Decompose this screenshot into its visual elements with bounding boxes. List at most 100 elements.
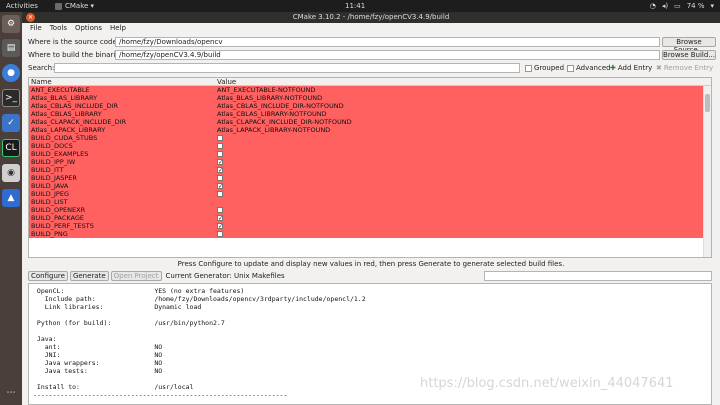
screenshot-icon[interactable]: ◉ [2,164,20,182]
variable-value-cell[interactable] [215,150,711,158]
table-row[interactable]: BUILD_DOCS [29,142,711,150]
unchecked-checkbox[interactable] [217,143,223,149]
remove-entry-button[interactable]: ✖ Remove Entry [656,63,713,73]
browse-source-button[interactable]: Browse Source... [662,37,716,54]
tasks-icon[interactable]: ✓ [2,114,20,132]
table-row[interactable]: BUILD_LIST [29,198,711,206]
menu-tools[interactable]: Tools [50,24,67,32]
grouped-option[interactable]: Grouped [525,63,564,73]
table-row[interactable]: Atlas_BLAS_LIBRARY Atlas_BLAS_LIBRARY-NOT… [29,94,711,102]
app-menu[interactable]: CMake ▾ [55,2,94,10]
browse-build-button[interactable]: Browse Build... [662,50,716,60]
add-icon: ✚ [610,64,616,72]
variable-value-cell[interactable]: ✓ [215,182,711,190]
watermark-text: https://blog.csdn.net/weixin_44047641 [420,376,674,391]
advanced-checkbox[interactable] [567,64,574,72]
variable-value-cell[interactable] [215,142,711,150]
variable-value-cell[interactable]: Atlas_CLAPACK_INCLUDE_DIR-NOTFOUND [215,118,711,126]
chrome-icon[interactable]: ● [2,64,20,82]
variable-value-cell[interactable]: Atlas_CBLAS_INCLUDE_DIR-NOTFOUND [215,102,711,110]
variable-value-cell[interactable] [215,174,711,182]
files-icon[interactable]: ▤ [2,39,20,57]
table-row[interactable]: Atlas_LAPACK_LIBRARY Atlas_LAPACK_LIBRARY… [29,126,711,134]
value-column-header[interactable]: Value [215,78,711,86]
table-row[interactable]: BUILD_PERF_TESTS ✓ [29,222,711,230]
checked-checkbox[interactable]: ✓ [217,215,223,222]
name-column-header[interactable]: Name [29,78,215,86]
variable-value-cell[interactable] [215,134,711,142]
action-row: Configure Generate Open Project Current … [28,271,285,281]
table-row[interactable]: Atlas_CBLAS_INCLUDE_DIR Atlas_CBLAS_INCLU… [29,102,711,110]
cmake-icon[interactable]: ▲ [2,189,20,207]
table-row[interactable]: Atlas_CLAPACK_INCLUDE_DIR Atlas_CLAPACK_I… [29,118,711,126]
unchecked-checkbox[interactable] [217,207,223,213]
activities-button[interactable]: Activities [6,2,38,10]
unchecked-checkbox[interactable] [217,191,223,197]
variable-name-cell: BUILD_EXAMPLES [31,150,89,158]
table-row[interactable]: BUILD_PACKAGE ✓ [29,214,711,222]
variable-name-cell: BUILD_OPENEXR [31,206,86,214]
scrollbar-thumb[interactable] [705,94,710,112]
unchecked-checkbox[interactable] [217,175,223,181]
menu-bar: File Tools Options Help [22,23,720,33]
table-row[interactable]: BUILD_PNG [29,230,711,238]
variable-name-cell: Atlas_LAPACK_LIBRARY [31,126,106,134]
menu-file[interactable]: File [30,24,42,32]
table-scrollbar[interactable] [703,86,711,257]
open-project-button[interactable]: Open Project [110,271,162,281]
generate-button[interactable]: Generate [69,271,109,281]
table-row[interactable]: Atlas_CBLAS_LIBRARY Atlas_CBLAS_LIBRARY-N… [29,110,711,118]
configure-button[interactable]: Configure [28,271,68,281]
grouped-checkbox[interactable] [525,64,532,72]
menu-help[interactable]: Help [110,24,126,32]
table-row[interactable]: BUILD_JASPER [29,174,711,182]
variable-value-cell[interactable]: ✓ [215,166,711,174]
variable-value-cell[interactable] [215,198,711,206]
add-entry-button[interactable]: ✚ Add Entry [610,63,652,73]
remove-entry-label: Remove Entry [663,64,714,72]
variable-value-cell[interactable] [215,190,711,198]
table-row[interactable]: BUILD_JAVA ✓ [29,182,711,190]
checked-checkbox[interactable]: ✓ [217,183,223,190]
battery-icon: ▭ [674,2,681,10]
table-row[interactable]: BUILD_IPP_IW ✓ [29,158,711,166]
table-row[interactable]: BUILD_CUDA_STUBS [29,134,711,142]
variable-value-cell[interactable]: ANT_EXECUTABLE-NOTFOUND [215,86,711,94]
variable-value-cell[interactable]: Atlas_LAPACK_LIBRARY-NOTFOUND [215,126,711,134]
table-row[interactable]: BUILD_ITT ✓ [29,166,711,174]
variable-value-cell[interactable]: ✓ [215,214,711,222]
table-row[interactable]: BUILD_JPEG [29,190,711,198]
variable-value-cell[interactable]: ✓ [215,158,711,166]
variable-name-cell: BUILD_PACKAGE [31,214,85,222]
unchecked-checkbox[interactable] [217,231,223,237]
terminal-icon[interactable]: >_ [2,89,20,107]
checked-checkbox[interactable]: ✓ [217,223,223,230]
clion-icon[interactable]: CL [2,139,20,157]
variable-value-cell[interactable] [215,230,711,238]
variable-name-cell: BUILD_JAVA [31,182,69,190]
checked-checkbox[interactable]: ✓ [217,159,223,166]
show-apps-icon[interactable]: ⋯ [2,384,20,402]
menu-options[interactable]: Options [75,24,102,32]
checked-checkbox[interactable]: ✓ [217,167,223,174]
search-input[interactable] [54,63,520,73]
table-row[interactable]: ANT_EXECUTABLE ANT_EXECUTABLE-NOTFOUND [29,86,711,94]
unchecked-checkbox[interactable] [217,151,223,157]
source-path-field[interactable]: /home/fzy/Downloads/opencv [115,37,660,47]
build-path-field[interactable]: /home/fzy/openCV3.4.9/build [115,50,660,60]
table-row[interactable]: BUILD_OPENEXR [29,206,711,214]
clock[interactable]: 11:41 [345,2,365,10]
table-row[interactable]: BUILD_EXAMPLES [29,150,711,158]
source-row: Where is the source code: [28,37,119,47]
variable-value-cell[interactable] [215,206,711,214]
variable-value-cell[interactable]: ✓ [215,222,711,230]
settings-gear-icon[interactable]: ⚙ [2,15,20,33]
system-tray[interactable]: ◔ ◂) ▭ 74 % ▾ [650,2,714,10]
variable-value-cell[interactable]: Atlas_BLAS_LIBRARY-NOTFOUND [215,94,711,102]
variable-name-cell: BUILD_JPEG [31,190,69,198]
window-title-bar[interactable]: ✕ CMake 3.10.2 - /home/fzy/openCV3.4.9/b… [22,12,720,23]
advanced-option[interactable]: Advanced [567,63,611,73]
variable-value-cell[interactable]: Atlas_CBLAS_LIBRARY-NOTFOUND [215,110,711,118]
unchecked-checkbox[interactable] [217,135,223,141]
cache-variables-table[interactable]: Name Value ANT_EXECUTABLE ANT_EXECUTABLE-… [28,77,712,258]
